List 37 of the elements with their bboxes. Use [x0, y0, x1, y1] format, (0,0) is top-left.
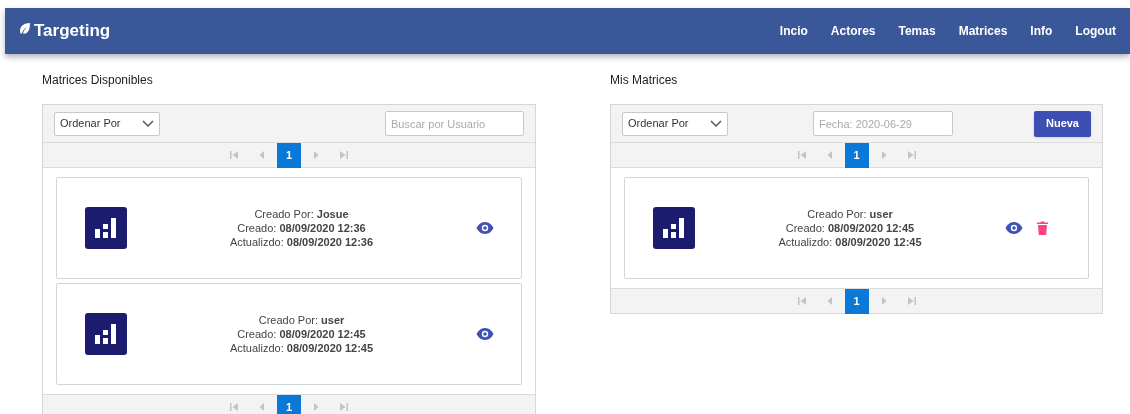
nav-link[interactable]: Temas — [898, 22, 936, 40]
nav-link[interactable]: Logout — [1075, 22, 1116, 40]
info-text: Creado: 08/09/2020 12:45 — [785, 221, 915, 235]
nav-link[interactable]: Incio — [779, 22, 808, 40]
page-button[interactable]: 1 — [277, 142, 301, 168]
page-button[interactable]: 1 — [277, 394, 301, 414]
sort-dropdown[interactable]: Ordenar Por — [54, 111, 160, 136]
page-button[interactable]: 1 — [844, 288, 869, 314]
info-text: Actualizdo: 08/09/2020 12:45 — [229, 341, 374, 355]
info-text: Creado: 08/09/2020 12:45 — [237, 327, 366, 341]
chart-icon — [85, 313, 127, 355]
chevron-down-icon — [710, 119, 722, 128]
brand-link[interactable]: Targeting — [34, 18, 111, 44]
eye-icon[interactable] — [476, 328, 494, 340]
eye-icon[interactable] — [1005, 222, 1023, 234]
search-field[interactable]: Fecha: 2020-06-29 — [813, 111, 953, 136]
page-button[interactable]: 1 — [844, 142, 869, 168]
info-text: Actualizdo: 08/09/2020 12:36 — [229, 235, 374, 249]
nav-link[interactable]: Matrices — [958, 22, 1008, 40]
section-title: Matrices Disponibles — [42, 72, 154, 89]
eye-icon[interactable] — [476, 222, 494, 234]
search-field[interactable]: Buscar por Usuario — [385, 111, 524, 136]
info-text: Actualizdo: 08/09/2020 12:45 — [778, 235, 922, 249]
sort-dropdown[interactable]: Ordenar Por — [622, 111, 728, 136]
leaf-icon — [19, 23, 31, 35]
chart-icon — [85, 207, 127, 249]
nav-link[interactable]: Info — [1030, 22, 1053, 40]
chevron-down-icon — [142, 119, 154, 128]
info-text: Creado Por: user — [807, 207, 893, 221]
nav-link[interactable]: Actores — [830, 22, 876, 40]
info-text: Creado: 08/09/2020 12:36 — [237, 221, 366, 235]
info-text: Creado Por: Josue — [254, 207, 349, 221]
new-button[interactable]: Nueva — [1033, 110, 1091, 137]
chart-icon — [653, 207, 695, 249]
section-title: Mis Matrices — [610, 72, 679, 89]
trash-icon[interactable] — [1037, 221, 1048, 235]
info-text: Creado Por: user — [258, 313, 345, 327]
